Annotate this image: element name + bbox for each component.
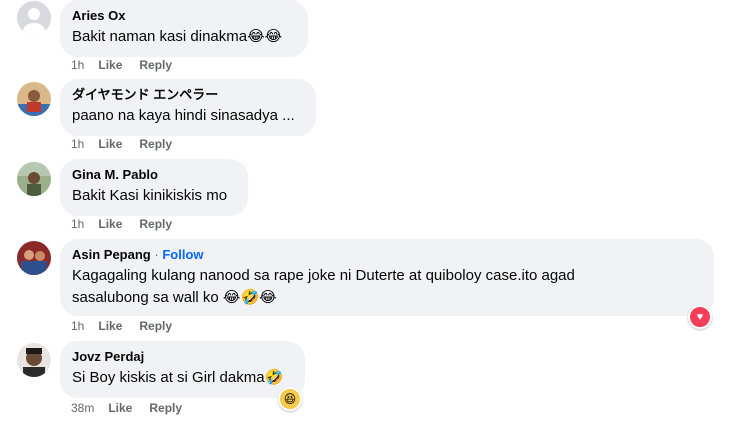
comment-author[interactable]: ダイヤモンド エンペラー — [72, 87, 304, 103]
reply-button[interactable]: Reply — [139, 217, 172, 231]
like-button[interactable]: Like — [108, 401, 132, 415]
follow-button[interactable]: Follow — [162, 247, 203, 262]
comment-actions: 1h Like Reply — [71, 217, 189, 231]
separator-dot: · — [154, 247, 159, 262]
default-avatar-icon — [17, 1, 51, 35]
reply-button[interactable]: Reply — [139, 58, 172, 72]
avatar-image — [17, 162, 51, 196]
comment-author[interactable]: Asin Pepang — [72, 247, 151, 262]
like-button[interactable]: Like — [98, 319, 122, 333]
haha-reaction-icon[interactable]: 😆 — [278, 387, 302, 411]
avatar[interactable] — [17, 82, 51, 116]
comment-bubble: Jovz Perdaj Si Boy kiskis at si Girl dak… — [60, 341, 305, 398]
avatar-image — [17, 82, 51, 116]
comment-header: Asin Pepang · Follow — [72, 247, 702, 263]
like-button[interactable]: Like — [98, 217, 122, 231]
comment-actions: 1h Like Reply — [71, 137, 189, 151]
comment-time[interactable]: 1h — [71, 58, 84, 72]
comment-bubble: ダイヤモンド エンペラー paano na kaya hindi sinasad… — [60, 79, 316, 136]
comment-bubble: Gina M. Pablo Bakit Kasi kinikiskis mo — [60, 159, 248, 216]
heart-reaction-icon[interactable]: ♥ — [688, 305, 712, 329]
reply-button[interactable]: Reply — [139, 137, 172, 151]
comment-text: Bakit Kasi kinikiskis mo — [72, 187, 228, 204]
avatar[interactable] — [17, 162, 51, 196]
reply-button[interactable]: Reply — [149, 401, 182, 415]
avatar[interactable] — [17, 343, 51, 377]
comment-bubble: Asin Pepang · Follow Kagagaling kulang n… — [60, 239, 714, 316]
comment-text-line: sasalubong sa wall ko 😂🤣😂 — [72, 289, 277, 306]
comment-author[interactable]: Aries Ox — [72, 8, 296, 24]
comment-actions: 1h Like Reply — [71, 58, 189, 72]
avatar-image — [17, 343, 51, 377]
comment-author[interactable]: Gina M. Pablo — [72, 167, 236, 183]
comment-text-line: Kagagaling kulang nanood sa rape joke ni… — [72, 267, 575, 284]
laughing-face-icon: 😆 — [283, 392, 297, 406]
comment-time[interactable]: 1h — [71, 217, 84, 231]
comment-author[interactable]: Jovz Perdaj — [72, 349, 293, 365]
heart-icon: ♥ — [696, 310, 704, 323]
comment-bubble: Aries Ox Bakit naman kasi dinakma😂😂 — [60, 0, 308, 57]
comment-time[interactable]: 1h — [71, 319, 84, 333]
reply-button[interactable]: Reply — [139, 319, 172, 333]
comment-text: Si Boy kiskis at si Girl dakma🤣 — [72, 369, 284, 386]
comment-time[interactable]: 38m — [71, 401, 94, 415]
comment-time[interactable]: 1h — [71, 137, 84, 151]
avatar[interactable] — [17, 1, 51, 35]
comment-actions: 1h Like Reply — [71, 319, 189, 333]
avatar[interactable] — [17, 241, 51, 275]
comment-text: paano na kaya hindi sinasadya ... — [72, 107, 295, 124]
like-button[interactable]: Like — [98, 137, 122, 151]
comment-actions: 38m Like Reply — [71, 401, 199, 415]
like-button[interactable]: Like — [98, 58, 122, 72]
avatar-image — [17, 241, 51, 275]
comment-text: Bakit naman kasi dinakma😂😂 — [72, 28, 283, 45]
